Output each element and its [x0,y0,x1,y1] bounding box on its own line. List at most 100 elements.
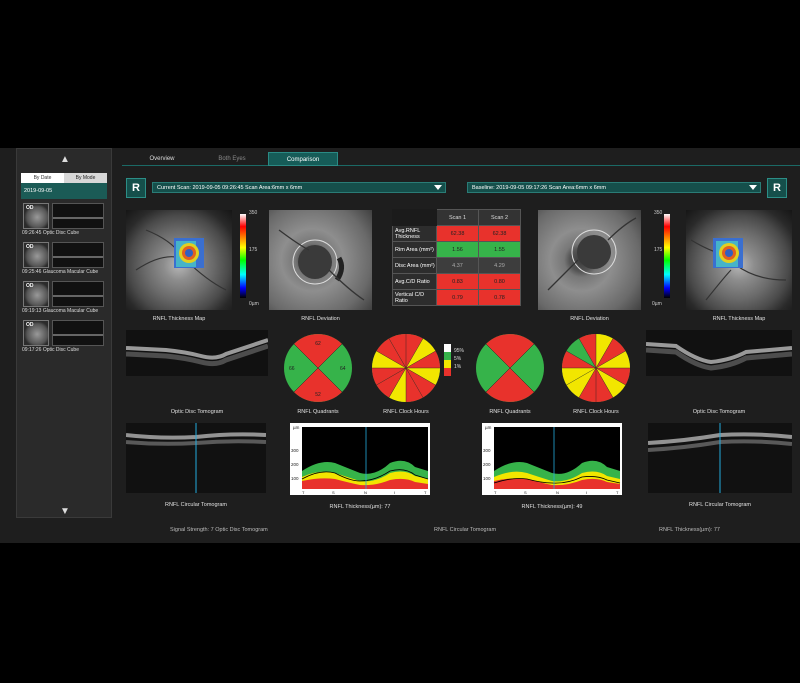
scan-thumbnail [52,281,104,307]
graph-tick-x: I [394,490,395,495]
tab-overview[interactable]: Overview [132,152,192,166]
deviation-overlay [547,217,637,291]
history-item[interactable]: OD 09:17:26 Optic Disc Cube [21,318,107,357]
colorbar-bottom-label: 0µm [652,301,662,307]
graph-tick-x: N [556,490,559,495]
tomogram-circular [648,423,792,493]
rnfl-thickness-map-baseline [686,210,792,310]
rnfl-thickness-graph-baseline: µm 300 200 100 T S N I T [482,423,622,495]
caption-optic-disc-tomogram-baseline: Optic Disc Tomogram [692,409,746,415]
fundus-thumbnail: OD [23,320,49,346]
baseline-scan-label: Baseline: 2019-09-05 09:17:26 Scan Area:… [472,185,606,191]
eye-label: OD [26,205,34,211]
chevron-down-icon [749,185,757,190]
history-item-caption: 09:19:13 Glaucoma Macular Cube [22,308,99,314]
fundus-thumbnail: OD [23,242,49,268]
tomogram-circular [126,423,266,493]
history-item-caption: 09:17:26 Optic Disc Cube [22,347,79,353]
thickness-overlay [135,229,227,291]
caption-deviation-current: RNFL Deviation [301,316,340,322]
row-label: Vertical C/D Ratio [392,289,437,306]
view-tabs: Overview Both Eyes Comparison [122,152,800,166]
table-row: Rim Area (mm²) 1.56 1.55 [392,241,521,258]
table-cell: 62.38 [436,225,479,242]
scan-thumbnail [52,320,104,346]
current-scan-dropdown[interactable]: Current Scan: 2019-09-05 09:26:45 Scan A… [152,182,446,193]
eye-label: OD [26,322,34,328]
caption-quadrants-baseline: RNFL Quadrants [489,409,531,415]
fundus-thumbnail: OD [23,281,49,307]
normative-legend: 95% 5% 1% [444,344,464,376]
quadrant-value-right: 64 [340,366,346,372]
rnfl-deviation-baseline [538,210,641,310]
current-scan-label: Current Scan: 2019-09-05 09:26:45 Scan A… [157,185,303,191]
table-cell: 0.80 [478,273,521,290]
baseline-scan-dropdown[interactable]: Baseline: 2019-09-05 09:17:26 Scan Area:… [467,182,761,193]
history-item-caption: 09:25:46 Glaucoma Macular Cube [22,269,99,275]
table-row: Avg.C/D Ratio 0.83 0.80 [392,273,521,290]
quadrant-value-top: 62 [315,341,321,347]
caption-clock-hours-baseline: RNFL Clock Hours [573,409,619,415]
chevron-down-icon: ▼ [60,505,70,517]
rnfl-clock-hours-baseline [561,333,631,403]
table-cell: 1.56 [436,241,479,258]
graph-tick-x: N [364,490,367,495]
scroll-up-button[interactable]: ▲ [17,149,113,169]
history-item[interactable]: OD 09:26:45 Optic Disc Cube [21,201,107,240]
thickness-colorbar-right [664,214,670,298]
right-eye-button-right[interactable]: R [767,178,787,198]
graph-tick-x: T [616,490,619,495]
graph-tick-x: I [586,490,587,495]
optic-disc-tomogram-current [126,330,268,376]
fundus-thumbnail: OD [23,203,49,229]
scan-thumbnail [52,242,104,268]
colorbar-mid-label: 175 [249,247,258,253]
table-cell: 0.78 [478,289,521,306]
graph-tick-y: 200 [291,462,299,467]
rnfl-circular-tomogram-baseline [648,423,792,493]
caption-thickness-map-current: RNFL Thickness Map [152,316,206,322]
right-eye-button-left[interactable]: R [126,178,146,198]
table-row: Avg.RNFL Thickness 62.38 62.38 [392,225,521,242]
rnfl-quadrants-current: 62 66 64 52 [284,334,352,402]
table-cell: 4.37 [436,257,479,274]
legend-swatch-red [444,368,451,376]
scroll-down-button[interactable]: ▼ [17,501,113,521]
history-item[interactable]: OD 09:25:46 Glaucoma Macular Cube [21,240,107,279]
graph-tick-y: 200 [483,462,491,467]
tab-comparison[interactable]: Comparison [268,152,338,166]
footer-center: RNFL Circular Tomogram [434,527,497,533]
scan-thumbnail [52,203,104,229]
caption-circular-tomogram-baseline: RNFL Circular Tomogram [688,502,752,508]
table-row: Disc Area (mm²) 4.37 4.29 [392,257,521,274]
tab-both-eyes[interactable]: Both Eyes [202,152,262,166]
colorbar-top-label: 350 [249,210,258,216]
graph-tick-y: 100 [483,476,491,481]
caption-thickness-baseline: RNFL Thickness(µm): 49 [521,504,583,510]
rnfl-clock-hours-current [371,333,441,403]
history-item[interactable]: OD 09:19:13 Glaucoma Macular Cube [21,279,107,318]
optic-disc-tomogram-baseline [646,330,792,376]
history-date-header[interactable]: 2019-09-05 [21,183,107,199]
graph-tick-y: 100 [291,476,299,481]
caption-thickness-map-baseline: RNFL Thickness Map [712,316,766,322]
table-cell: 1.55 [478,241,521,258]
tab-by-mode[interactable]: By Mode [64,173,107,183]
colorbar-top-label: 350 [654,210,663,216]
caption-quadrants-current: RNFL Quadrants [297,409,339,415]
footer-left: Signal Strength: 7 Optic Disc Tomogram [170,527,268,533]
deviation-overlay [278,229,365,301]
rnfl-thickness-graph-current: µm 300 200 100 T S N I T [290,423,430,495]
rnfl-quadrants-baseline [476,334,544,402]
caption-thickness-current: RNFL Thickness(µm): 77 [329,504,391,510]
tab-by-date[interactable]: By Date [21,173,64,183]
table-cell: 4.29 [478,257,521,274]
legend-swatch-yellow [444,360,451,368]
graph-tick-x: T [424,490,427,495]
history-item-caption: 09:26:45 Optic Disc Cube [22,230,79,236]
parameters-table: Scan 1 Scan 2 Avg.RNFL Thickness 62.38 6… [392,209,521,306]
quadrant-value-bottom: 52 [315,392,321,398]
graph-tick-x: S [524,490,527,495]
tomogram-bscan [646,342,792,371]
graph-unit-label: µm [293,425,300,430]
